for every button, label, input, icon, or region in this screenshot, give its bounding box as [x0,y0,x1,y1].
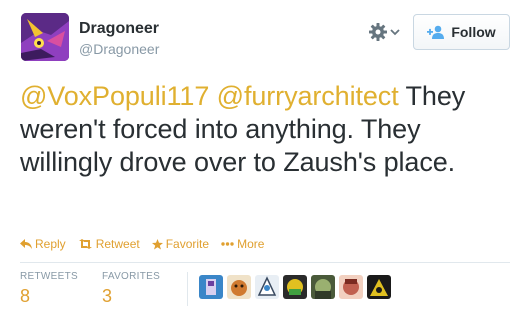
favoriter-avatar[interactable] [311,275,335,299]
reply-button[interactable]: Reply [20,237,66,251]
favoriters-list [199,275,391,299]
mention-link[interactable]: @furryarchitect [217,81,399,111]
tweet-text: @VoxPopuli117 @furryarchitect They weren… [20,80,510,179]
retweets-count: 8 [20,286,31,306]
favoriter-avatar[interactable] [227,275,251,299]
chevron-down-icon [390,29,400,36]
more-button[interactable]: More [221,237,264,251]
reply-label: Reply [35,237,66,251]
more-label: More [237,237,265,251]
favoriter-avatar[interactable] [339,275,363,299]
favorite-button[interactable]: Favorite [151,237,210,251]
retweets-stat[interactable]: RETWEETS 8 [20,271,78,307]
dragon-avatar-image [21,13,69,61]
reply-icon [20,239,32,249]
favorites-count: 3 [102,286,113,306]
user-handle[interactable]: @Dragoneer [79,41,159,57]
favoriter-avatar[interactable] [199,275,223,299]
stats-separator [187,272,188,306]
follow-label: Follow [451,24,496,40]
favoriter-avatar[interactable] [283,275,307,299]
favoriter-avatar[interactable] [255,275,279,299]
user-actions-dropdown[interactable] [368,20,408,44]
retweets-label: RETWEETS [20,271,78,282]
avatar[interactable] [21,13,69,61]
favorite-label: Favorite [165,237,210,251]
favorites-label: FAVORITES [102,271,161,282]
ellipsis-icon [221,242,234,246]
retweet-button[interactable]: Retweet [78,237,140,251]
gear-icon [369,23,387,41]
follow-button[interactable]: Follow [413,14,510,50]
retweet-icon [78,239,92,249]
display-name[interactable]: Dragoneer [79,20,159,38]
add-user-icon [427,25,445,39]
favoriter-avatar[interactable] [367,275,391,299]
retweet-label: Retweet [95,237,140,251]
mention-link[interactable]: @VoxPopuli117 [20,81,209,111]
star-icon [151,238,163,249]
favorites-stat[interactable]: FAVORITES 3 [102,271,160,307]
tweet-actions: Reply Retweet Favorite More [20,237,276,251]
stats-divider [20,262,510,263]
